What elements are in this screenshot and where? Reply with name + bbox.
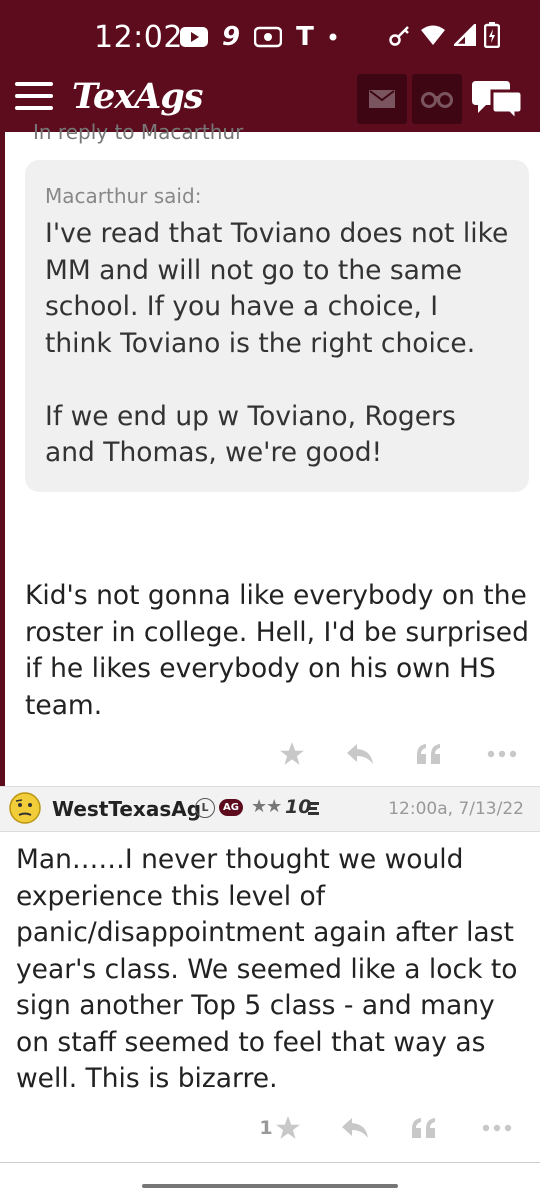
quote-button[interactable] — [409, 734, 449, 774]
star-button[interactable] — [272, 734, 312, 774]
quote-block: Macarthur said: I've read that Toviano d… — [25, 160, 529, 492]
lifetime-badge: L — [195, 798, 215, 818]
quote-button[interactable] — [404, 1108, 444, 1148]
reply-button[interactable] — [340, 734, 380, 774]
more-icon — [482, 1124, 512, 1132]
reply-icon — [342, 1118, 368, 1138]
reply-icon — [347, 744, 373, 764]
t-icon: T — [296, 22, 314, 52]
nine-icon: 9 — [222, 22, 241, 52]
more-icon — [487, 750, 517, 758]
menu-icon[interactable] — [15, 82, 53, 112]
status-bar: 12:02 9 T — [0, 0, 540, 70]
reply-context[interactable]: In reply to Macarthur — [33, 120, 243, 144]
binoculars-button[interactable] — [412, 74, 462, 124]
quote-icon — [417, 744, 440, 764]
mail-button[interactable] — [357, 74, 407, 124]
post-body: Man……I never thought we would experience… — [16, 844, 518, 1094]
ag-badge: AG — [219, 799, 243, 816]
star-icon — [275, 1116, 300, 1139]
reply-button[interactable] — [335, 1108, 375, 1148]
rank-bars-icon — [308, 802, 319, 815]
chat-button[interactable] — [470, 75, 526, 124]
star-icon — [280, 742, 304, 765]
system-icons — [388, 22, 500, 48]
post-divider — [0, 1162, 540, 1163]
mail-icon — [369, 90, 395, 108]
post: In reply to Macarthur Macarthur said: I'… — [0, 120, 540, 786]
texags-logo[interactable]: TexAgs — [72, 76, 203, 117]
quote-icon — [412, 1118, 435, 1138]
gesture-handle[interactable] — [142, 1184, 398, 1188]
quote-text: I've read that Toviano does not like MM … — [45, 218, 509, 468]
more-button[interactable] — [477, 1108, 517, 1148]
user-stars: ★★ — [251, 796, 282, 817]
username[interactable]: WestTexasAg — [52, 797, 201, 821]
post-actions: 1 — [0, 1108, 540, 1148]
status-time: 12:02 — [94, 20, 183, 55]
star-count: 1 — [259, 1117, 273, 1139]
dot-icon — [329, 33, 337, 41]
more-button[interactable] — [482, 734, 522, 774]
post-body: Kid's not gonna like everybody on the ro… — [25, 580, 529, 721]
quote-attribution[interactable]: Macarthur said: — [45, 184, 509, 208]
post-timestamp[interactable]: 12:00a, 7/13/22 — [388, 799, 524, 819]
wifi-icon — [421, 25, 445, 45]
signal-icon — [454, 24, 476, 46]
key-icon — [389, 26, 409, 46]
chat-icon — [472, 81, 524, 124]
post-actions — [5, 734, 540, 774]
battery-icon — [484, 22, 500, 48]
binoculars-icon — [421, 92, 453, 108]
post-header: WestTexasAg L AG ★★ 10 12:00a, 7/13/22 — [0, 786, 540, 832]
user-avatar[interactable] — [8, 791, 42, 825]
star-button[interactable]: 1 — [252, 1108, 308, 1148]
notification-icons: 9 T — [180, 22, 338, 52]
youtube-icon — [180, 27, 208, 47]
radio-icon — [254, 26, 283, 48]
